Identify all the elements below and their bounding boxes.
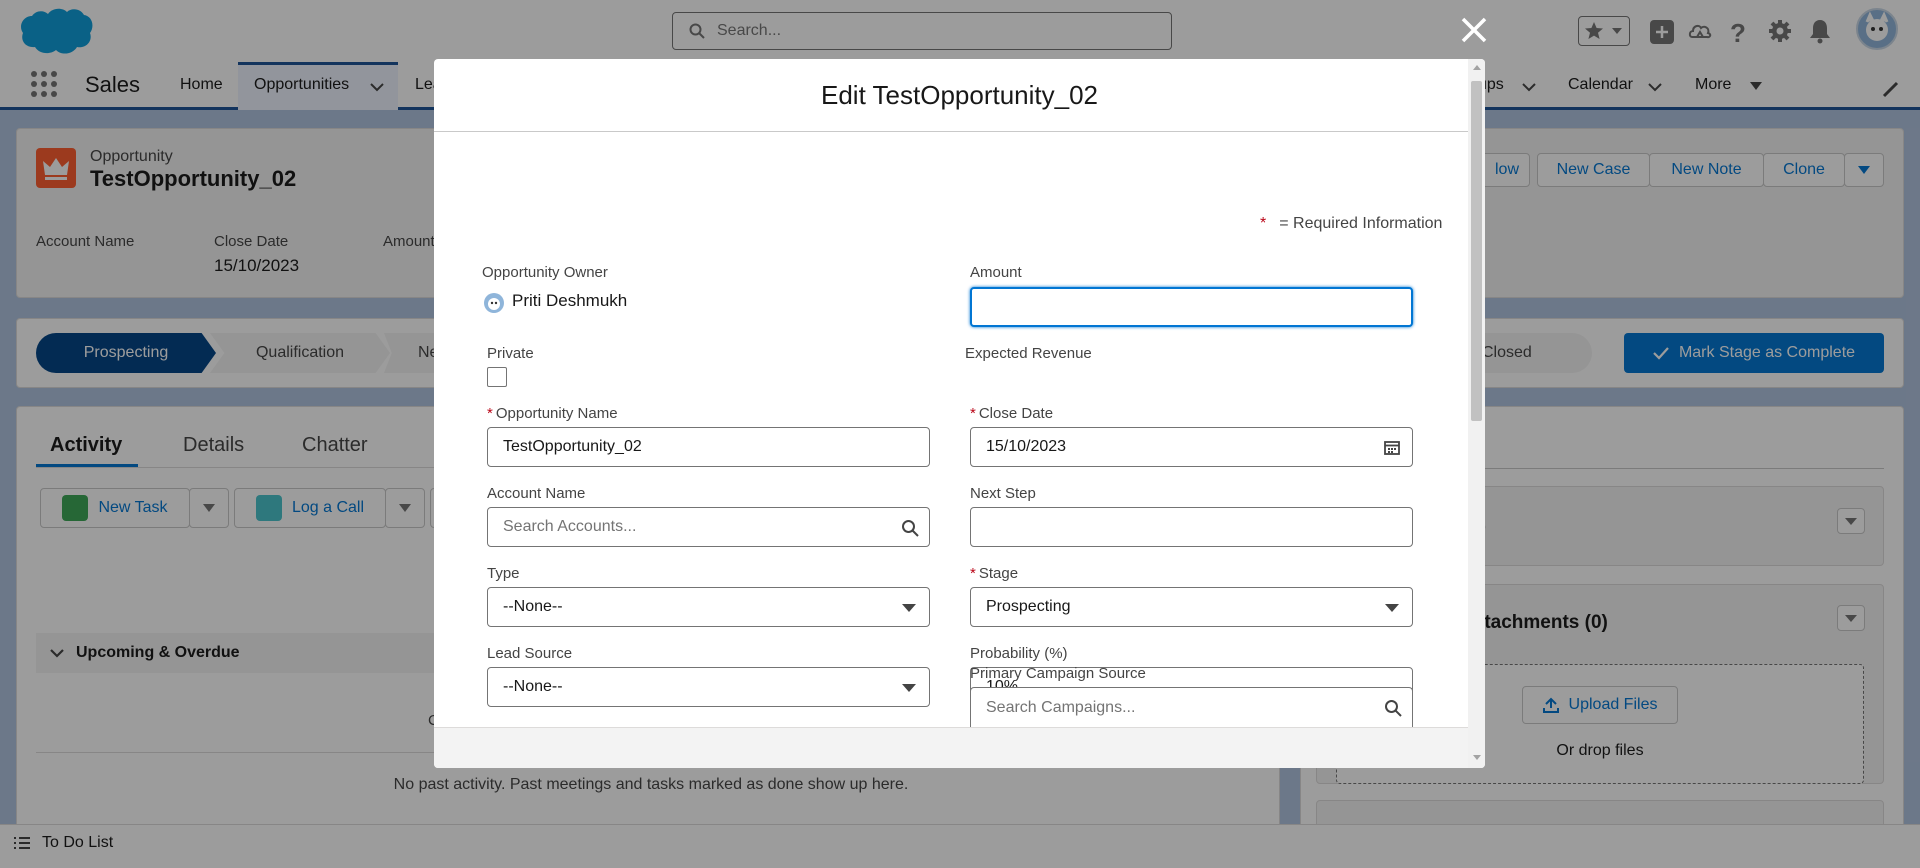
- close-date-label: * Close Date: [970, 405, 1054, 422]
- next-step-label: Next Step: [970, 485, 1036, 502]
- type-select-value: --None--: [503, 598, 563, 615]
- required-legend-text: = Required Information: [1279, 215, 1443, 232]
- opportunity-owner-value[interactable]: Priti Deshmukh: [512, 291, 627, 311]
- account-name-label: Account Name: [487, 485, 586, 502]
- modal-body: * = Required Information Opportunity Own…: [434, 133, 1468, 727]
- lead-source-select-value: --None--: [503, 678, 563, 695]
- modal-footer: [434, 727, 1485, 768]
- modal-scrollbar-thumb[interactable]: [1471, 81, 1482, 421]
- account-name-input[interactable]: Search Accounts...: [487, 507, 930, 547]
- primary-campaign-placeholder: Search Campaigns...: [986, 698, 1136, 716]
- owner-avatar: [484, 293, 504, 313]
- chevron-down-icon: [1385, 604, 1399, 612]
- private-label: Private: [487, 345, 534, 362]
- chevron-down-icon: [902, 604, 916, 612]
- type-label: Type: [487, 565, 520, 582]
- stage-select[interactable]: Prospecting: [970, 587, 1413, 627]
- stage-select-value: Prospecting: [986, 598, 1071, 615]
- stage-label-text: Stage: [978, 565, 1019, 582]
- lead-source-select[interactable]: --None--: [487, 667, 930, 707]
- probability-label: Probability (%): [970, 645, 1068, 662]
- expected-revenue-label: Expected Revenue: [965, 345, 1092, 362]
- scroll-up-arrow-icon[interactable]: [1473, 65, 1481, 70]
- account-name-placeholder: Search Accounts...: [503, 518, 637, 535]
- primary-campaign-source-label: Primary Campaign Source: [970, 665, 1146, 682]
- primary-campaign-input[interactable]: Search Campaigns...: [970, 687, 1413, 727]
- chevron-down-icon: [902, 684, 916, 692]
- amount-input[interactable]: [970, 287, 1413, 327]
- calendar-icon[interactable]: [1384, 439, 1400, 455]
- stage-label: * Stage: [970, 565, 1019, 582]
- required-mark: *: [1260, 215, 1267, 232]
- opportunity-name-input[interactable]: TestOpportunity_02: [487, 427, 930, 467]
- amount-label: Amount: [970, 264, 1022, 281]
- search-icon: [901, 519, 919, 537]
- opportunity-name-label: * Opportunity Name: [487, 405, 618, 422]
- lead-source-label: Lead Source: [487, 645, 573, 662]
- modal-title: Edit TestOpportunity_02: [434, 59, 1485, 132]
- close-date-input[interactable]: 15/10/2023: [970, 427, 1413, 467]
- required-legend: * = Required Information: [1260, 215, 1442, 233]
- opportunity-name-label-text: Opportunity Name: [495, 405, 618, 422]
- scroll-down-arrow-icon[interactable]: [1473, 755, 1481, 760]
- opportunity-owner-label: Opportunity Owner: [482, 264, 608, 281]
- type-select[interactable]: --None--: [487, 587, 930, 627]
- close-date-label-text: Close Date: [978, 405, 1054, 422]
- edit-opportunity-modal: Edit TestOpportunity_02 * = Required Inf…: [434, 59, 1485, 768]
- next-step-input[interactable]: [970, 507, 1413, 547]
- search-icon: [1384, 699, 1402, 717]
- private-checkbox[interactable]: [487, 367, 507, 387]
- modal-close-icon[interactable]: [1460, 16, 1488, 44]
- close-date-value: 15/10/2023: [986, 438, 1067, 455]
